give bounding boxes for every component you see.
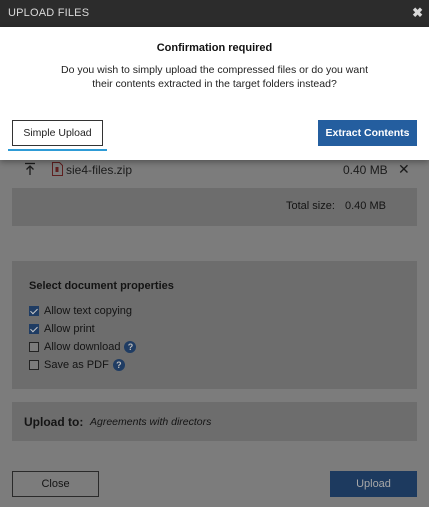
upload-destination[interactable]: Agreements with directors <box>90 416 211 428</box>
confirmation-dialog: Confirmation required Do you wish to sim… <box>0 27 429 160</box>
total-size-value: 0.40 MB <box>345 200 386 212</box>
allow-download-checkbox[interactable] <box>29 342 39 352</box>
allow-print-checkbox[interactable] <box>29 324 39 334</box>
file-name: sie4-files.zip <box>66 163 133 177</box>
file-row: sie4-files.zip 0.40 MB ✕ <box>12 160 417 180</box>
extract-contents-button[interactable]: Extract Contents <box>318 120 417 146</box>
option-allow-print[interactable]: Allow print <box>29 321 95 337</box>
simple-upload-button[interactable]: Simple Upload <box>12 120 103 146</box>
document-properties-panel: Select document properties Allow text co… <box>12 261 417 389</box>
total-size-label: Total size: <box>286 200 335 212</box>
confirmation-message: Do you wish to simply upload the compres… <box>61 64 368 90</box>
help-icon[interactable]: ? <box>112 359 125 371</box>
file-size: 0.40 MB <box>343 163 388 177</box>
option-label: Save as PDF <box>44 359 109 371</box>
upload-button[interactable]: Upload <box>330 471 417 497</box>
close-button[interactable]: Close <box>12 471 99 497</box>
window-close-icon[interactable]: ✖ <box>412 5 423 21</box>
focus-indicator <box>8 149 107 151</box>
option-label: Allow download <box>44 341 121 353</box>
help-icon[interactable]: ? <box>124 341 137 353</box>
allow-text-copying-checkbox[interactable] <box>29 306 39 316</box>
zip-file-icon <box>52 162 63 176</box>
upload-destination-panel: Upload to: Agreements with directors <box>12 402 417 441</box>
option-allow-text-copying[interactable]: Allow text copying <box>29 303 132 319</box>
window-title: UPLOAD FILES <box>8 7 90 19</box>
save-as-pdf-checkbox[interactable] <box>29 360 39 370</box>
total-size-panel: Total size: 0.40 MB <box>12 188 417 226</box>
option-save-as-pdf[interactable]: Save as PDF ? <box>29 357 125 373</box>
option-label: Allow print <box>44 323 95 335</box>
upload-arrow-icon <box>25 162 35 175</box>
confirmation-title: Confirmation required <box>156 42 273 54</box>
title-bar: UPLOAD FILES ✖ <box>0 0 429 27</box>
properties-header: Select document properties <box>29 280 174 292</box>
remove-file-icon[interactable]: ✕ <box>398 161 410 178</box>
option-allow-download[interactable]: Allow download ? <box>29 339 137 355</box>
option-label: Allow text copying <box>44 305 133 317</box>
upload-to-label: Upload to: <box>24 415 84 429</box>
